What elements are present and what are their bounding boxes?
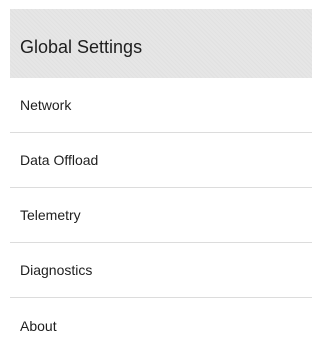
- menu-item-data-offload[interactable]: Data Offload: [10, 133, 312, 188]
- menu-item-label: Network: [20, 97, 72, 113]
- menu-item-about[interactable]: About: [10, 298, 312, 353]
- menu-item-label: Data Offload: [20, 152, 99, 168]
- menu-item-label: Telemetry: [20, 207, 81, 223]
- menu-item-label: Diagnostics: [20, 262, 93, 278]
- panel-title: Global Settings: [20, 37, 143, 57]
- settings-menu: Network Data Offload Telemetry Diagnosti…: [10, 78, 312, 353]
- menu-item-telemetry[interactable]: Telemetry: [10, 188, 312, 243]
- menu-item-label: About: [20, 317, 57, 334]
- settings-panel: Global Settings Network Data Offload Tel…: [10, 9, 312, 361]
- menu-item-diagnostics[interactable]: Diagnostics: [10, 243, 312, 298]
- panel-header: Global Settings: [10, 9, 312, 78]
- menu-item-network[interactable]: Network: [10, 78, 312, 133]
